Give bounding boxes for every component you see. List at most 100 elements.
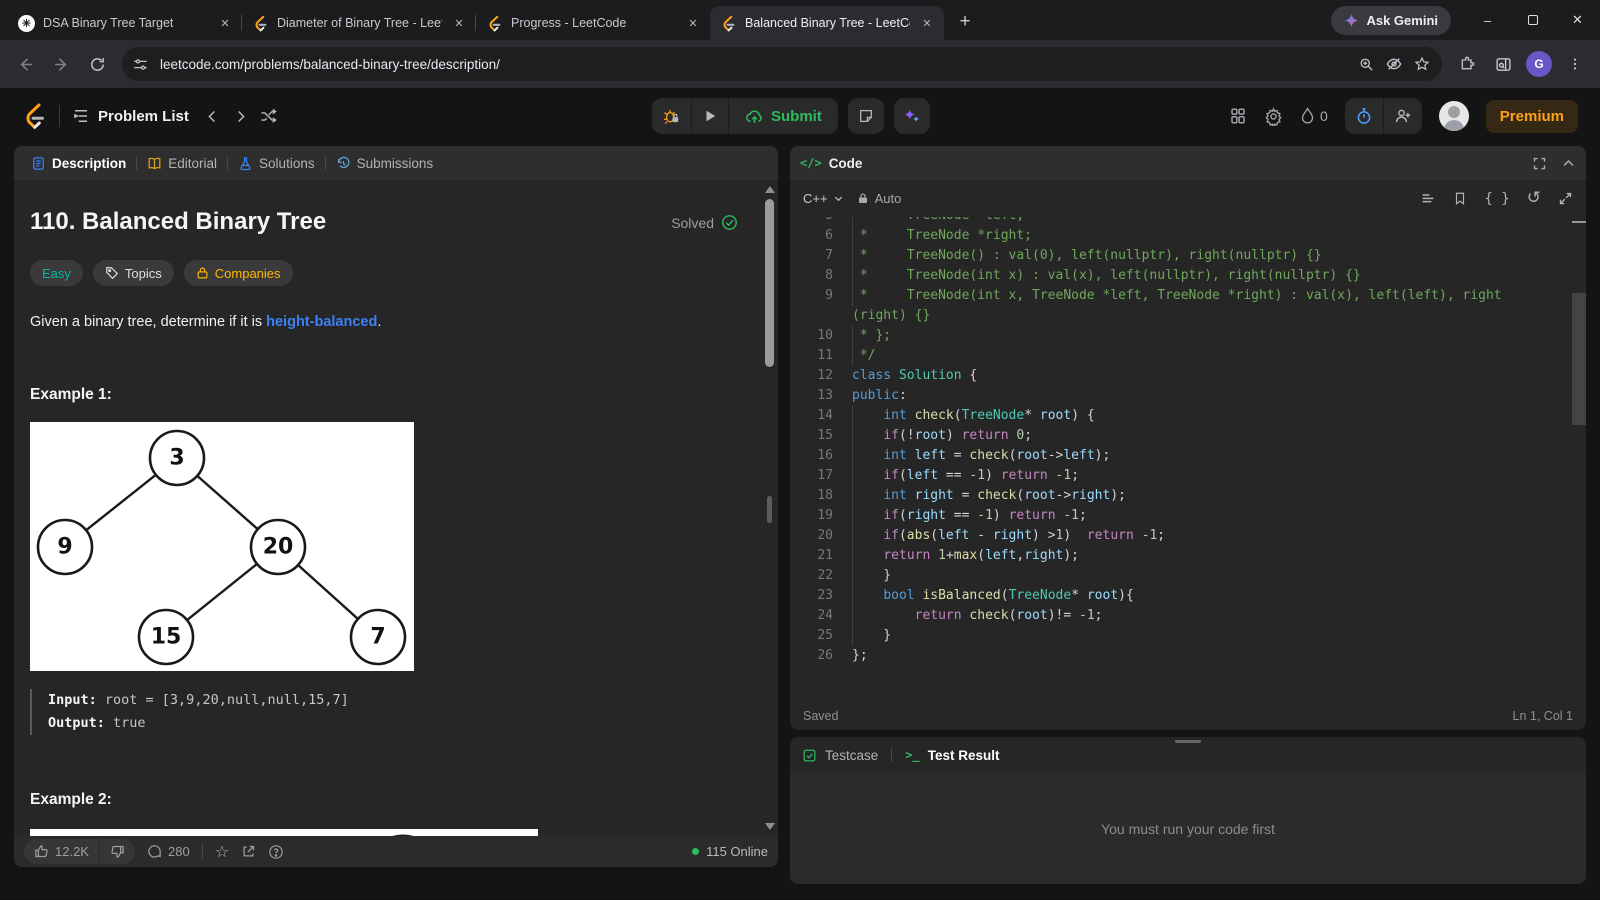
window-maximize-button[interactable] xyxy=(1510,0,1555,40)
random-problem-button[interactable] xyxy=(255,102,283,130)
ask-gemini-button[interactable]: Ask Gemini xyxy=(1331,5,1451,35)
tab-close-icon[interactable]: ✕ xyxy=(216,14,234,32)
site-info-icon[interactable] xyxy=(126,50,154,78)
new-tab-button[interactable]: + xyxy=(950,7,980,37)
ai-assistant-button[interactable] xyxy=(893,98,930,134)
code-line: 18 int right = check(root->right); xyxy=(790,486,1586,506)
example1-tree-image: 3 9 20 15 7 xyxy=(30,422,414,671)
browser-tab[interactable]: Balanced Binary Tree - LeetCode ✕ xyxy=(710,6,944,40)
bookmark-star-icon[interactable] xyxy=(1408,50,1436,78)
line-number: 14 xyxy=(817,408,833,423)
window-close-button[interactable]: ✕ xyxy=(1555,0,1600,40)
code-line: 21 return 1+max(left,right); xyxy=(790,546,1586,566)
collapse-panel-icon[interactable] xyxy=(1561,156,1576,171)
code-line: 22 } xyxy=(790,566,1586,586)
dislike-button[interactable] xyxy=(98,839,135,864)
difficulty-badge[interactable]: Easy xyxy=(30,260,83,286)
tab-solutions[interactable]: Solutions xyxy=(231,156,322,171)
browser-tab[interactable]: ✳ DSA Binary Tree Target ✕ xyxy=(8,6,242,40)
scroll-down-icon[interactable] xyxy=(765,823,775,830)
user-avatar[interactable] xyxy=(1438,101,1469,131)
forward-button[interactable] xyxy=(44,47,78,81)
ask-gemini-label: Ask Gemini xyxy=(1366,12,1438,28)
auto-mode[interactable]: Auto xyxy=(857,191,901,206)
tab-editorial[interactable]: Editorial xyxy=(140,156,224,171)
debug-button[interactable] xyxy=(652,98,691,134)
line-number: 26 xyxy=(817,648,833,663)
layout-grid-icon[interactable] xyxy=(1229,107,1247,125)
premium-button[interactable]: Premium xyxy=(1485,99,1578,133)
tab-description[interactable]: Description xyxy=(24,156,133,171)
bookmark-icon[interactable] xyxy=(1453,191,1467,206)
example2-image xyxy=(30,829,538,836)
line-number: 17 xyxy=(817,468,833,483)
url-text[interactable]: leetcode.com/problems/balanced-binary-tr… xyxy=(160,57,1352,72)
scroll-up-icon[interactable] xyxy=(765,186,775,193)
extensions-icon[interactable] xyxy=(1450,47,1484,81)
scrollbar-thumb[interactable] xyxy=(765,199,774,367)
topics-tag[interactable]: Topics xyxy=(92,260,174,286)
code-icon: </> xyxy=(800,156,822,170)
panel-resize-handle[interactable] xyxy=(767,496,772,523)
tab-close-icon[interactable]: ✕ xyxy=(684,14,702,32)
next-problem-button[interactable] xyxy=(227,102,255,130)
browser-tab[interactable]: Diameter of Binary Tree - LeetCo ✕ xyxy=(241,6,476,40)
like-button[interactable]: 12.2K xyxy=(24,839,99,864)
profile-avatar-letter: G xyxy=(1526,51,1552,77)
language-selector[interactable]: C++ xyxy=(803,191,844,206)
leetcode-logo[interactable] xyxy=(22,102,47,130)
browser-tab[interactable]: Progress - LeetCode ✕ xyxy=(475,6,710,40)
collaborate-button[interactable] xyxy=(1382,98,1422,134)
reset-code-icon[interactable]: ↺ xyxy=(1527,190,1541,207)
snippets-icon[interactable]: { } xyxy=(1484,192,1509,206)
companies-tag[interactable]: Companies xyxy=(183,260,293,286)
address-bar[interactable]: leetcode.com/problems/balanced-binary-tr… xyxy=(122,47,1442,81)
editor-scrollbar-thumb[interactable] xyxy=(1572,293,1586,425)
solved-label: Solved xyxy=(671,214,714,231)
cloud-upload-icon xyxy=(746,109,762,123)
line-number: 10 xyxy=(817,328,833,343)
share-button[interactable] xyxy=(241,844,256,859)
notes-button[interactable] xyxy=(847,98,884,134)
tab-submissions[interactable]: Submissions xyxy=(329,156,441,171)
test-panel-drag-handle[interactable] xyxy=(1175,740,1201,743)
back-button[interactable] xyxy=(8,47,42,81)
tab-test-result[interactable]: >_ Test Result xyxy=(905,748,999,763)
comments-button[interactable]: 280 xyxy=(147,844,190,859)
prev-problem-button[interactable] xyxy=(199,102,227,130)
line-number: 6 xyxy=(825,228,833,243)
tab-close-icon[interactable]: ✕ xyxy=(450,14,468,32)
profile-avatar[interactable]: G xyxy=(1522,47,1556,81)
height-balanced-link[interactable]: height-balanced xyxy=(266,314,377,330)
line-number: 7 xyxy=(825,248,833,263)
code-editor[interactable]: 5 * TreeNode *left;6 * TreeNode *right;7… xyxy=(790,217,1586,701)
line-number: 18 xyxy=(817,488,833,503)
browser-menu-icon[interactable] xyxy=(1558,47,1592,81)
fullscreen-icon[interactable] xyxy=(1532,156,1547,171)
tab-title: Balanced Binary Tree - LeetCode xyxy=(745,16,910,30)
language-label: C++ xyxy=(803,191,828,206)
streak-counter[interactable]: 0 xyxy=(1300,107,1328,125)
eye-off-icon[interactable] xyxy=(1380,50,1408,78)
favorite-button[interactable]: ☆ xyxy=(215,843,229,860)
tab-testcase[interactable]: Testcase xyxy=(802,748,878,763)
format-code-icon[interactable] xyxy=(1420,191,1436,207)
reload-button[interactable] xyxy=(80,47,114,81)
problem-list-button[interactable]: Problem List xyxy=(72,107,199,125)
description-footer: 12.2K 280 ☆ 115 Online xyxy=(14,836,778,867)
expand-editor-icon[interactable] xyxy=(1558,191,1573,206)
line-number: 12 xyxy=(817,368,833,383)
timer-button[interactable] xyxy=(1345,98,1383,134)
editor-scrollbar[interactable] xyxy=(1572,217,1586,701)
code-panel-title: Code xyxy=(828,155,863,171)
submit-button[interactable]: Submit xyxy=(728,98,838,134)
window-minimize-button[interactable]: – xyxy=(1465,0,1510,40)
zoom-icon[interactable] xyxy=(1352,50,1380,78)
settings-gear-icon[interactable] xyxy=(1264,106,1283,126)
example2-label: Example 2: xyxy=(30,791,112,808)
tab-close-icon[interactable]: ✕ xyxy=(918,14,936,32)
help-button[interactable] xyxy=(268,844,284,860)
run-button[interactable] xyxy=(691,98,728,134)
side-panel-icon[interactable] xyxy=(1486,47,1520,81)
stopwatch-icon xyxy=(1357,108,1371,124)
